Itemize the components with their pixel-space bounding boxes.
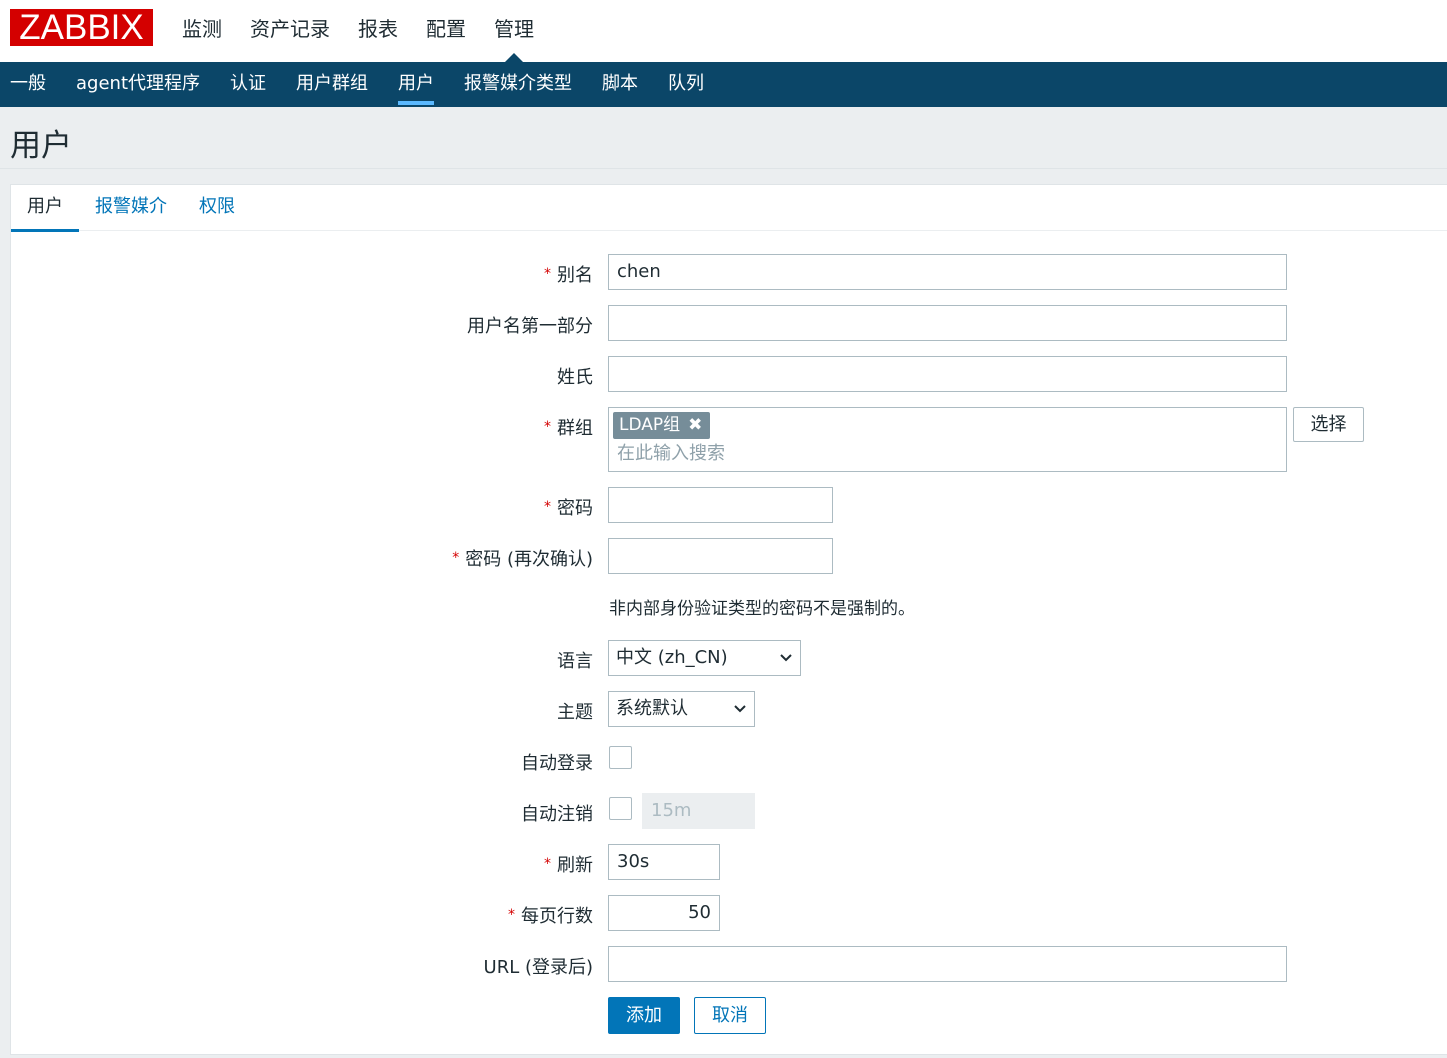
theme-label: 主题 xyxy=(557,702,593,723)
refresh-label-text: 刷新 xyxy=(557,855,593,876)
user-form-panel: 用户 报警媒介 权限 * 别名 chen 用户名第一部分 姓氏 * 群组 LDAP组… xyxy=(10,184,1447,1055)
tab-user[interactable]: 用户 xyxy=(11,185,79,232)
groups-label: * 群组 xyxy=(544,414,593,440)
autologin-checkbox[interactable] xyxy=(609,746,632,769)
main-menu-item-inventory[interactable]: 资产记录 xyxy=(236,0,344,62)
theme-select[interactable]: 系统默认 xyxy=(608,691,755,727)
groups-search-input[interactable]: 在此输入搜索 xyxy=(617,442,725,466)
chevron-down-icon xyxy=(734,705,746,713)
chevron-down-icon xyxy=(780,654,792,662)
first-name-label: 用户名第一部分 xyxy=(467,316,593,337)
rows-per-page-label-text: 每页行数 xyxy=(521,906,593,927)
password-input[interactable] xyxy=(608,487,833,523)
form-tabs: 用户 报警媒介 权限 xyxy=(11,185,1447,232)
sub-menu-item-queue[interactable]: 队列 xyxy=(653,62,719,107)
sub-menu-item-scripts[interactable]: 脚本 xyxy=(587,62,653,107)
rows-per-page-input[interactable]: 50 xyxy=(608,895,720,931)
sub-menu-item-user-groups[interactable]: 用户群组 xyxy=(281,62,383,107)
select-groups-button[interactable]: 选择 xyxy=(1293,407,1364,442)
surname-label: 姓氏 xyxy=(557,367,593,388)
refresh-input[interactable]: 30s xyxy=(608,844,720,880)
rows-per-page-label: * 每页行数 xyxy=(508,902,593,928)
main-menu-item-monitoring[interactable]: 监测 xyxy=(168,0,236,62)
language-label: 语言 xyxy=(557,651,593,672)
required-mark: * xyxy=(544,266,551,282)
top-bar: ZABBIX 监测 资产记录 报表 配置 管理 xyxy=(0,0,1447,62)
autologin-label: 自动登录 xyxy=(521,753,593,774)
groups-multiselect[interactable]: LDAP组 ✖ 在此输入搜索 xyxy=(608,407,1287,472)
password-confirm-input[interactable] xyxy=(608,538,833,574)
password-note: 非内部身份验证类型的密码不是强制的。 xyxy=(609,599,915,619)
language-select[interactable]: 中文 (zh_CN) xyxy=(608,640,801,676)
theme-select-value: 系统默认 xyxy=(616,698,688,719)
autologout-input: 15m xyxy=(642,793,755,829)
alias-label-text: 别名 xyxy=(557,265,593,286)
first-name-input[interactable] xyxy=(608,305,1287,341)
main-menu-item-administration[interactable]: 管理 xyxy=(480,0,548,62)
url-input[interactable] xyxy=(608,946,1287,982)
group-chip-label: LDAP组 xyxy=(619,415,681,435)
password-label-text: 密码 xyxy=(557,498,593,519)
sub-menu-item-users[interactable]: 用户 xyxy=(383,62,449,107)
remove-icon[interactable]: ✖ xyxy=(688,415,702,435)
groups-label-text: 群组 xyxy=(557,418,593,439)
tab-permissions[interactable]: 权限 xyxy=(183,185,251,231)
sub-menu: 一般 agent代理程序 认证 用户群组 用户 报警媒介类型 脚本 队列 xyxy=(0,62,1447,107)
required-mark: * xyxy=(544,419,551,435)
add-button[interactable]: 添加 xyxy=(608,997,680,1034)
language-select-value: 中文 (zh_CN) xyxy=(616,647,728,668)
required-mark: * xyxy=(452,550,460,566)
sub-menu-item-media-types[interactable]: 报警媒介类型 xyxy=(449,62,587,107)
required-mark: * xyxy=(544,499,551,515)
group-chip: LDAP组 ✖ xyxy=(613,412,711,439)
alias-input[interactable]: chen xyxy=(608,254,1287,290)
password-confirm-label-text: 密码 (再次确认) xyxy=(465,549,593,570)
required-mark: * xyxy=(544,856,551,872)
alias-label: * 别名 xyxy=(544,261,593,287)
sub-menu-item-proxies[interactable]: agent代理程序 xyxy=(61,62,215,107)
sub-menu-item-general[interactable]: 一般 xyxy=(0,62,61,107)
autologout-checkbox[interactable] xyxy=(609,797,632,820)
refresh-label: * 刷新 xyxy=(544,851,593,877)
tab-media[interactable]: 报警媒介 xyxy=(79,185,183,231)
main-menu: 监测 资产记录 报表 配置 管理 xyxy=(168,0,548,62)
cancel-button[interactable]: 取消 xyxy=(694,997,766,1034)
password-label: * 密码 xyxy=(544,494,593,520)
required-mark: * xyxy=(508,907,515,923)
surname-input[interactable] xyxy=(608,356,1287,392)
title-divider xyxy=(0,168,1447,169)
main-menu-item-reports[interactable]: 报表 xyxy=(344,0,412,62)
sub-menu-item-authentication[interactable]: 认证 xyxy=(215,62,281,107)
zabbix-logo[interactable]: ZABBIX xyxy=(10,9,153,46)
password-confirm-label: * 密码 (再次确认) xyxy=(452,545,593,571)
page-title: 用户 xyxy=(10,128,72,164)
main-menu-item-configuration[interactable]: 配置 xyxy=(412,0,480,62)
url-label: URL (登录后) xyxy=(483,957,593,978)
autologout-label: 自动注销 xyxy=(521,804,593,825)
